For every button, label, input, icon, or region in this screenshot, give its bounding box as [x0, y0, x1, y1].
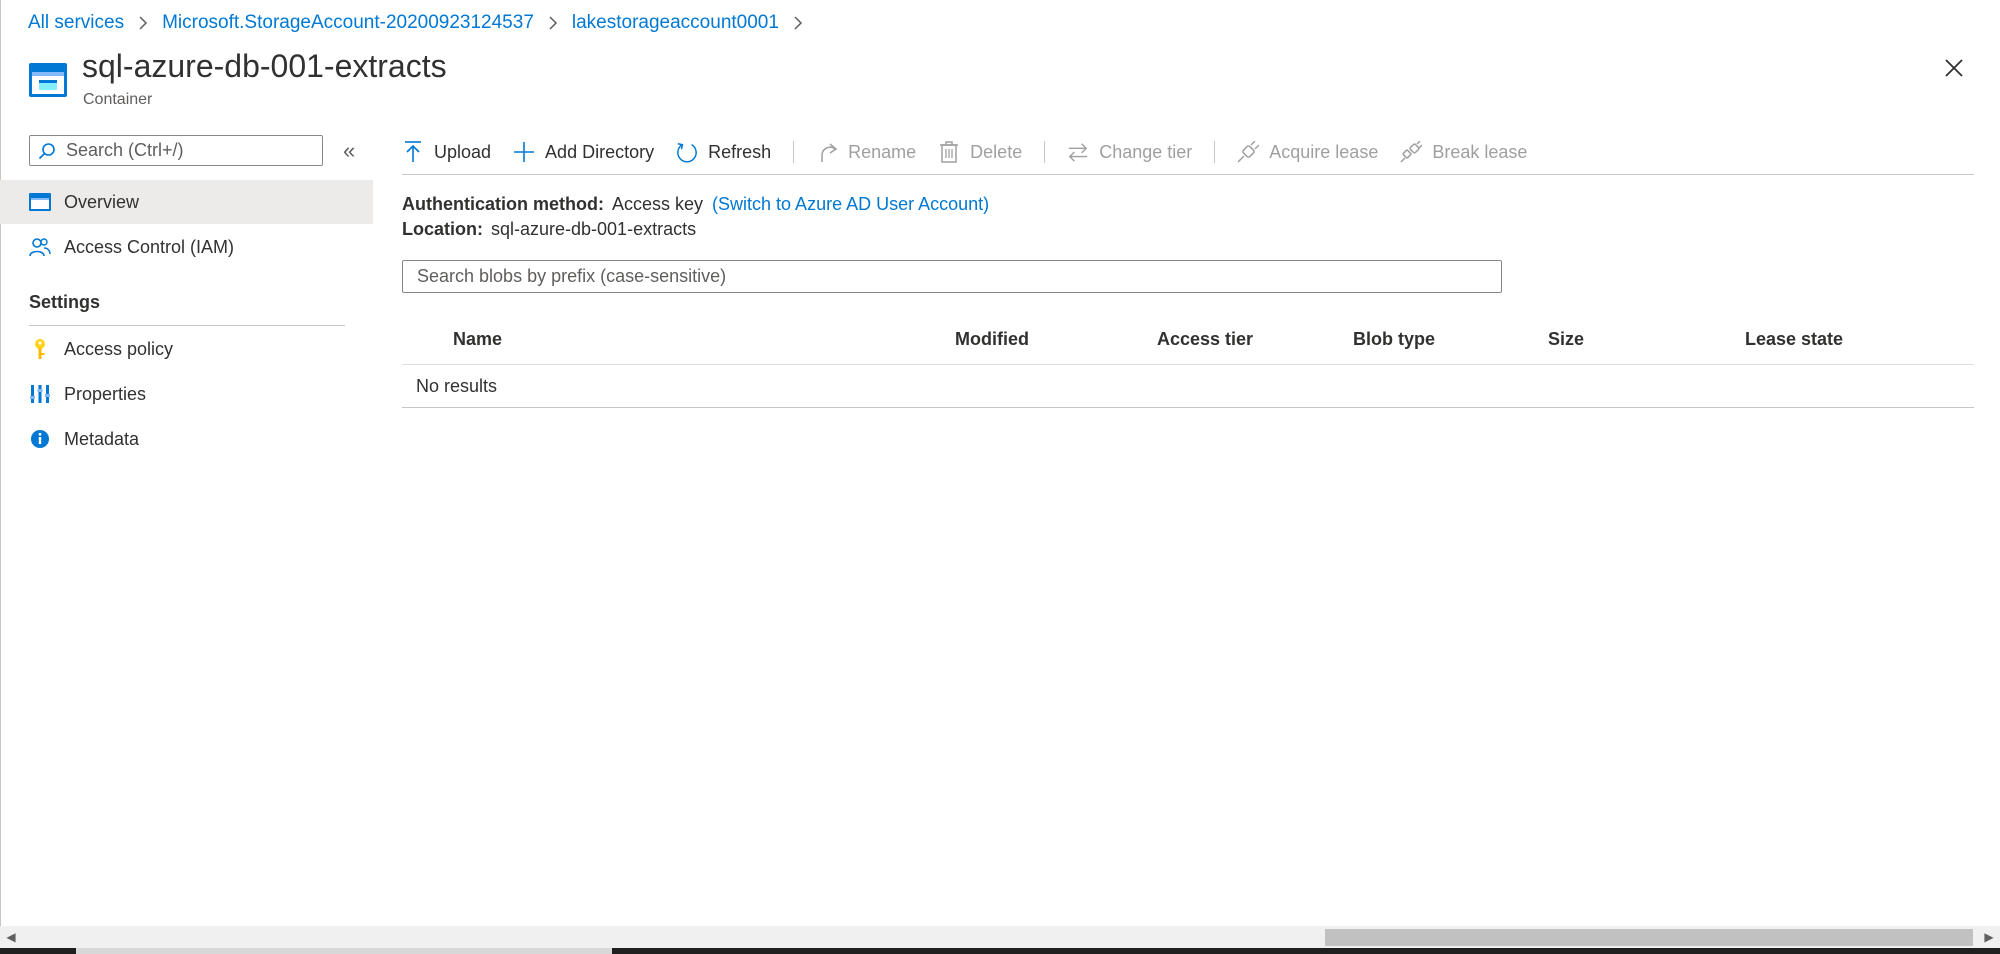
close-icon[interactable]: [1942, 56, 1966, 80]
add-directory-button[interactable]: Add Directory: [513, 141, 654, 163]
delete-label: Delete: [970, 141, 1023, 162]
bottom-edge-strip: [0, 948, 2000, 954]
sidebar-search[interactable]: [29, 135, 323, 166]
scroll-left-icon[interactable]: ◀: [0, 926, 22, 948]
sidebar-item-label: Overview: [64, 191, 140, 212]
trash-icon: [938, 141, 960, 163]
empty-results-message: No results: [416, 376, 498, 396]
plus-icon: [513, 141, 535, 163]
change-tier-button[interactable]: Change tier: [1067, 141, 1192, 163]
breadcrumb: All services Microsoft.StorageAccount-20…: [28, 10, 817, 36]
blob-search-box[interactable]: [402, 260, 1502, 293]
auth-method-value: Access key: [611, 194, 704, 214]
toolbar-separator: [793, 141, 795, 163]
properties-icon: [29, 383, 51, 405]
swap-arrows-icon: [1067, 141, 1089, 163]
toolbar-divider: [402, 174, 1974, 175]
unplug-icon: [1400, 141, 1423, 163]
auth-method-line: Authentication method: Access key (Switch…: [402, 194, 989, 215]
plug-icon: [1237, 141, 1260, 163]
sidebar-item-access-policy[interactable]: Access policy: [0, 327, 373, 371]
section-divider: [29, 325, 345, 326]
toolbar-separator: [1214, 141, 1216, 163]
add-directory-label: Add Directory: [545, 141, 655, 162]
container-icon: [29, 63, 67, 97]
rename-icon: [816, 141, 838, 163]
settings-section-header: Settings: [29, 292, 101, 312]
bottom-edge-segment: [0, 948, 76, 954]
breadcrumb-storage-account-deployment[interactable]: Microsoft.StorageAccount-20200923124537: [162, 12, 534, 34]
sidebar-item-label: Access Control (IAM): [64, 236, 235, 257]
refresh-button[interactable]: Refresh: [676, 141, 771, 163]
delete-button[interactable]: Delete: [938, 141, 1022, 163]
column-header-access-tier[interactable]: Access tier: [1157, 329, 1253, 350]
column-header-name[interactable]: Name: [453, 329, 502, 350]
chevron-right-icon: [138, 16, 148, 30]
overview-icon: [29, 191, 51, 213]
break-lease-label: Break lease: [1432, 141, 1528, 162]
upload-label: Upload: [434, 141, 492, 162]
location-label: Location:: [402, 219, 483, 239]
sidebar-item-label: Properties: [64, 383, 147, 404]
refresh-label: Refresh: [708, 141, 772, 162]
location-value: sql-azure-db-001-extracts: [491, 219, 697, 239]
horizontal-scrollbar[interactable]: ◀ ▶: [0, 926, 2000, 948]
column-header-modified[interactable]: Modified: [955, 329, 1029, 350]
refresh-icon: [676, 141, 698, 163]
people-icon: [29, 236, 51, 258]
upload-icon: [402, 141, 424, 163]
rename-button[interactable]: Rename: [816, 141, 916, 163]
column-header-lease-state[interactable]: Lease state: [1745, 329, 1843, 350]
breadcrumb-storage-account[interactable]: lakestorageaccount0001: [572, 12, 779, 34]
collapse-sidebar-icon[interactable]: «: [343, 137, 355, 165]
upload-button[interactable]: Upload: [402, 141, 491, 163]
page-title: sql-azure-db-001-extracts: [82, 48, 447, 84]
command-bar: Upload Add Directory Refresh Rename Dele…: [402, 135, 1549, 169]
bottom-edge-segment: [612, 948, 2000, 954]
sidebar-item-metadata[interactable]: Metadata: [0, 417, 373, 461]
chevron-right-icon: [793, 16, 803, 30]
column-header-blob-type[interactable]: Blob type: [1353, 329, 1435, 350]
column-header-size[interactable]: Size: [1548, 329, 1584, 350]
key-icon: [29, 338, 51, 360]
break-lease-button[interactable]: Break lease: [1400, 141, 1527, 163]
location-line: Location: sql-azure-db-001-extracts: [402, 219, 696, 240]
sidebar-search-input[interactable]: [64, 139, 308, 162]
auth-method-label: Authentication method:: [402, 194, 604, 214]
toolbar-separator: [1044, 141, 1046, 163]
sidebar-item-properties[interactable]: Properties: [0, 372, 373, 416]
sidebar-item-overview[interactable]: Overview: [0, 180, 373, 224]
table-bottom-divider: [402, 407, 1974, 408]
sidebar-item-label: Access policy: [64, 338, 174, 359]
change-tier-label: Change tier: [1099, 141, 1193, 162]
window-left-border: [0, 0, 1, 954]
scroll-right-icon[interactable]: ▶: [1978, 926, 2000, 948]
acquire-lease-button[interactable]: Acquire lease: [1237, 141, 1378, 163]
switch-auth-link[interactable]: (Switch to Azure AD User Account): [712, 194, 989, 214]
blob-search-input[interactable]: [415, 265, 1489, 288]
sidebar-item-label: Metadata: [64, 428, 140, 449]
search-icon: [38, 142, 56, 160]
page-subtitle: Container: [83, 91, 153, 108]
sidebar-item-access-control[interactable]: Access Control (IAM): [0, 225, 373, 269]
scrollbar-thumb[interactable]: [1325, 929, 1973, 946]
info-icon: [29, 428, 51, 450]
acquire-lease-label: Acquire lease: [1269, 141, 1379, 162]
table-header-divider: [402, 364, 1974, 365]
rename-label: Rename: [848, 141, 917, 162]
chevron-right-icon: [548, 16, 558, 30]
breadcrumb-all-services[interactable]: All services: [28, 12, 124, 34]
